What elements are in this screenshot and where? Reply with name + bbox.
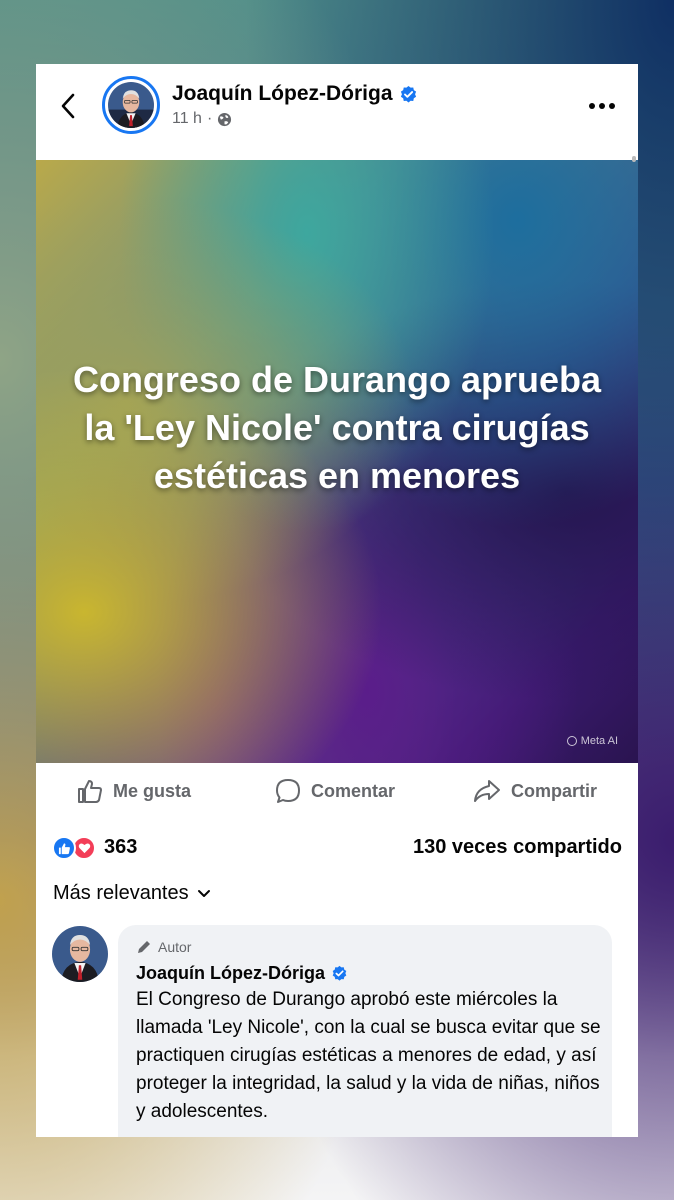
comment-bubble: Autor Joaquín López-Dóriga El Congreso d… [118,925,612,1137]
meta-separator: · [206,110,213,127]
comment-text: El Congreso de Durango aprobó este miérc… [136,989,601,1122]
meta-ai-ring-icon [566,736,577,746]
author-badge-label: Autor [158,939,192,955]
like-button[interactable]: Me gusta [76,777,191,805]
share-count[interactable]: 130 veces compartido [413,836,622,859]
post-image[interactable]: Congreso de Durango aprueba la 'Ley Nico… [36,160,638,763]
more-options-icon [589,103,615,109]
globe-icon [218,112,232,126]
post-card: Joaquín López-Dóriga 11 h · Congreso de … [36,64,638,1137]
meta-ai-watermark: Meta AI [566,735,618,747]
like-reaction-icon [52,836,76,860]
scroll-indicator [632,156,636,162]
more-options-button[interactable] [586,96,618,116]
back-button[interactable] [54,88,82,124]
reaction-icons[interactable] [52,836,100,862]
post-header: Joaquín López-Dóriga 11 h · [36,64,638,160]
author-badge: Autor [136,937,594,957]
thumbs-up-icon [78,780,102,803]
comment-author-row: Joaquín López-Dóriga [136,963,594,984]
comment-sort-dropdown[interactable]: Más relevantes [53,882,211,905]
share-button[interactable]: Compartir [472,777,597,805]
like-label: Me gusta [113,780,192,801]
watermark-label: Meta AI [580,735,618,747]
author-photo [108,82,154,128]
share-arrow-icon [474,780,500,802]
comment-author-photo [52,926,108,982]
chevron-down-icon [197,890,210,897]
post-meta: 11 h · [172,110,232,128]
author-avatar[interactable] [102,76,160,134]
author-name-row: Joaquín López-Dóriga [172,82,418,106]
verified-badge-icon [332,965,347,981]
reaction-count[interactable]: 363 [104,836,137,859]
verified-badge-icon [400,85,416,102]
pencil-icon [138,941,150,953]
action-bar: Me gusta Comentar Compartir [36,763,638,819]
author-name[interactable]: Joaquín López-Dóriga [172,82,393,106]
comment-button[interactable]: Comentar [274,777,395,805]
back-chevron-icon [61,93,75,119]
post-time[interactable]: 11 h [172,110,202,128]
comment-author-name[interactable]: Joaquín López-Dóriga [136,963,325,984]
sort-label: Más relevantes [53,882,189,904]
share-label: Compartir [511,780,598,801]
comment-label: Comentar [311,780,396,801]
comment-bubble-icon [276,779,300,803]
reactions-summary: 363 130 veces compartido [52,834,622,864]
image-headline: Congreso de Durango aprueba la 'Ley Nico… [72,359,602,496]
comment-author-avatar[interactable] [52,926,108,982]
